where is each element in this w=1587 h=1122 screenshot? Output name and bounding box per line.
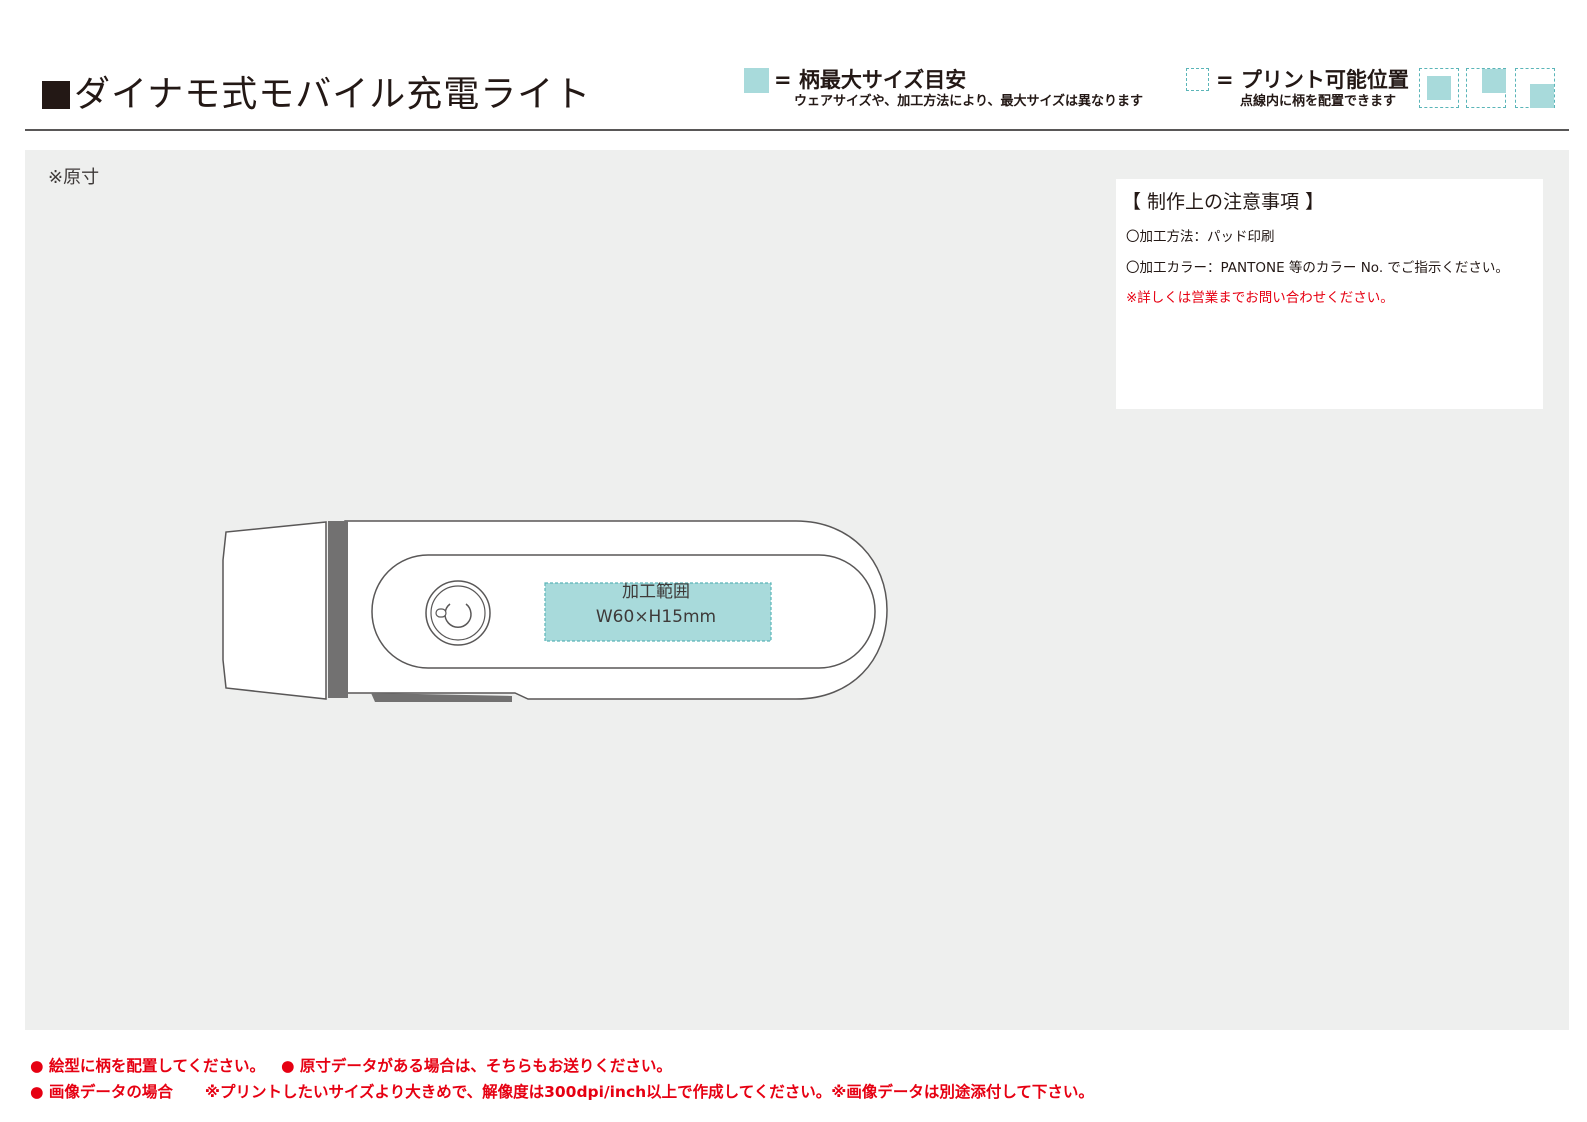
product-drawing <box>222 520 888 702</box>
footer-note-resolution: ※プリントしたいサイズより大きめで、解像度は300dpi/inch以上で作成して… <box>204 1083 1094 1101</box>
body-band <box>328 521 348 698</box>
footer-line-2: ● 画像データの場合 ※プリントしたいサイズより大きめで、解像度は300dpi/i… <box>30 1082 1094 1102</box>
print-area-label: 加工範囲 W60×H15mm <box>543 580 769 630</box>
print-area-size: W60×H15mm <box>595 607 717 627</box>
footer-note-original: ● 原寸データがある場合は、そちらもお送りください。 <box>281 1057 672 1075</box>
print-area-title: 加工範囲 <box>622 582 690 602</box>
power-icon <box>425 580 491 646</box>
dynamo-lever <box>371 693 512 702</box>
footer-note-image: ● 画像データの場合 <box>30 1083 173 1101</box>
flashlight-head <box>222 521 327 700</box>
footer-note-layout: ● 絵型に柄を配置してください。 <box>30 1057 265 1075</box>
footer-line-1: ● 絵型に柄を配置してください。 ● 原寸データがある場合は、そちらもお送りくださ… <box>30 1056 672 1076</box>
